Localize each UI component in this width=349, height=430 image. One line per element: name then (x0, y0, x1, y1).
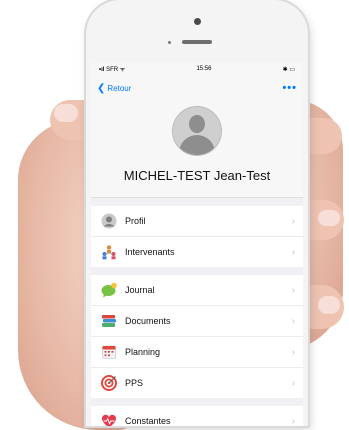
wifi-icon: ᯤ (119, 67, 126, 73)
chevron-right-icon: › (291, 215, 295, 227)
avatar-head (189, 115, 205, 133)
menu-item-constantes[interactable]: Constantes › (91, 406, 303, 426)
battery-icon: ✱ ▭ (282, 66, 295, 73)
menu-item-intervenants[interactable]: Intervenants › (91, 237, 303, 267)
chevron-right-icon: › (291, 377, 295, 389)
sensor-dot (168, 41, 171, 44)
app-screen: •ıl SFR ᯤ 15:56 ✱ ▭ ❮ Retour ••• MICHEL-… (91, 62, 303, 426)
calendar-icon (101, 344, 117, 360)
chat-icon (101, 282, 117, 298)
profile-icon (101, 213, 117, 229)
menu-item-pps[interactable]: PPS › (91, 368, 303, 398)
menu-item-label: Documents (125, 316, 171, 326)
menu-item-label: PPS (125, 378, 144, 388)
menu-group-records: Journal › Documents › Planning › PPS › (91, 275, 303, 398)
menu-item-journal[interactable]: Journal › (91, 275, 303, 306)
menu-item-label: Planning (125, 347, 161, 357)
books-icon (101, 313, 117, 329)
more-button[interactable]: ••• (282, 82, 297, 94)
patient-name: MICHEL-TEST Jean-Test (123, 168, 271, 183)
avatar-body (179, 135, 215, 155)
avatar (172, 106, 222, 156)
target-icon (101, 375, 117, 391)
menu-group-vitals: Constantes › (91, 406, 303, 426)
chevron-right-icon: › (291, 346, 295, 358)
profile-header: MICHEL-TEST Jean-Test (91, 100, 303, 198)
finger-nail-image (318, 210, 340, 226)
status-bar: •ıl SFR ᯤ 15:56 ✱ ▭ (91, 62, 303, 76)
thumb-nail-image (54, 104, 78, 122)
menu-item-label: Intervenants (125, 247, 175, 257)
time-text: 15:56 (196, 66, 212, 72)
menu-item-documents[interactable]: Documents › (91, 306, 303, 337)
chevron-right-icon: › (291, 284, 295, 296)
carrier-text: •ıl SFR ᯤ (99, 67, 126, 73)
menu-item-planning[interactable]: Planning › (91, 337, 303, 368)
speaker-grill (182, 40, 212, 44)
chevron-right-icon: › (291, 246, 295, 258)
nav-bar: ❮ Retour ••• (91, 76, 303, 100)
menu-item-profil[interactable]: Profil › (91, 206, 303, 237)
chevron-right-icon: › (291, 315, 295, 327)
menu-item-label: Journal (125, 285, 155, 295)
back-label: Retour (107, 83, 132, 93)
people-icon (101, 244, 117, 260)
chevron-left-icon: ❮ (97, 82, 106, 94)
chevron-right-icon: › (291, 415, 295, 427)
menu-group-identity: Profil › Intervenants › (91, 206, 303, 267)
finger-nail-image (318, 296, 340, 314)
menu-item-label: Constantes (125, 416, 171, 426)
camera-icon (194, 18, 201, 25)
phone-device: •ıl SFR ᯤ 15:56 ✱ ▭ ❮ Retour ••• MICHEL-… (86, 0, 308, 426)
heart-icon (101, 413, 117, 426)
menu-item-label: Profil (125, 216, 146, 226)
back-button[interactable]: ❮ Retour (97, 83, 131, 94)
